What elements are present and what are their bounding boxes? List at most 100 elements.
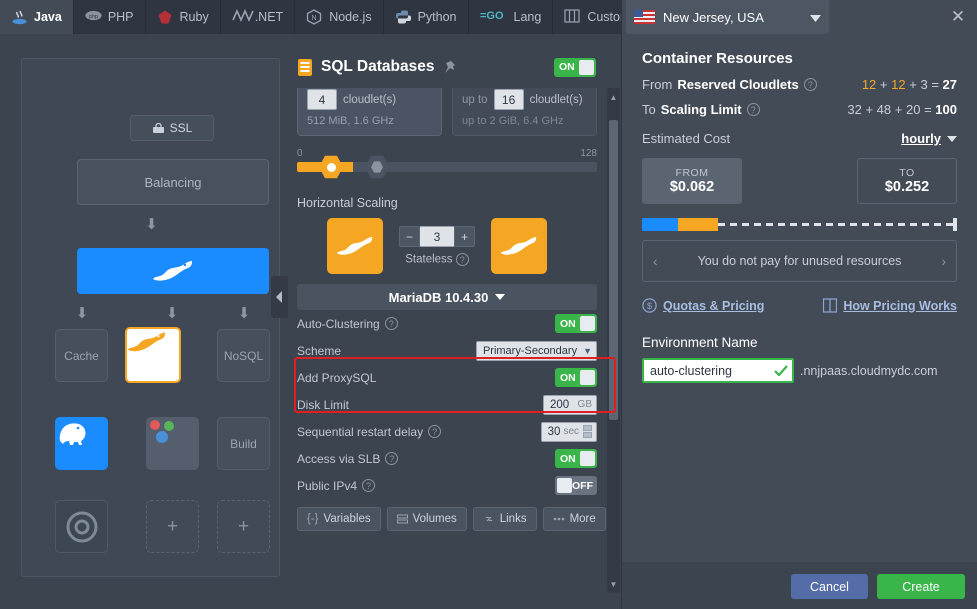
toggle-knob [580,451,595,466]
scheme-value: Primary-Secondary [482,344,578,357]
help-icon[interactable]: ? [428,425,442,438]
tab-go-lang[interactable]: =GO Lang [469,0,554,34]
chevron-down-icon[interactable] [810,10,821,25]
topology-node-group[interactable] [146,417,199,470]
cost-to-card: TO $0.252 [857,158,957,204]
pin-icon[interactable] [442,60,456,74]
balancing-node[interactable]: Balancing [77,159,269,205]
cost-from-label: FROM [675,167,709,179]
topology-add-node-1[interactable]: + [146,500,199,553]
option-sequential-restart-delay[interactable]: Sequential restart delay? 30 sec [297,418,597,445]
disk-limit-input[interactable]: 200 GB [543,394,597,415]
help-icon[interactable]: ? [746,103,760,116]
help-icon[interactable]: ? [455,253,469,266]
help-icon[interactable]: ? [384,317,398,330]
tab-ruby[interactable]: Ruby [146,0,221,34]
scroll-down-icon[interactable]: ▼ [607,577,620,591]
reserved-bold: Reserved Cloudlets [677,77,799,92]
reserved-cloudlets-card[interactable]: Reserved ? 4 cloudlet(s) 512 MiB, 1.6 GH… [297,88,442,136]
tab-nodejs[interactable]: N Node.js [295,0,384,34]
region-selector[interactable]: New Jersey, USA [626,0,829,34]
settings-scrollbar[interactable]: ▲ ▼ [607,88,620,593]
go-lang-icon: =GO [480,9,508,26]
option-disk-limit[interactable]: Disk Limit 200 GB [297,391,597,418]
tab-python[interactable]: Python [384,0,469,34]
php-icon: php [85,9,102,26]
option-access-via-slb[interactable]: Access via SLB? ON [297,445,597,472]
option-public-ipv4[interactable]: Public IPv4? OFF [297,472,597,499]
tab-java[interactable]: Java [0,0,74,34]
decrement-button[interactable]: − [399,226,420,247]
environment-name-value: auto-clustering [650,363,732,378]
topology-node-nosql[interactable]: NoSQL [217,329,270,382]
spinner-arrows-icon[interactable] [583,425,592,438]
java-icon [11,9,28,26]
ruby-icon [157,9,174,26]
nodejs-icon: N [306,8,323,26]
engine-selector[interactable]: MariaDB 10.4.30 [297,284,597,310]
horizontal-scaling-row: − 3 + Stateless ? [297,218,597,274]
prev-arrow-icon[interactable]: ‹ [653,253,658,269]
mariadb-primary-node[interactable] [77,248,269,294]
how-pricing-works-link[interactable]: How Pricing Works [823,298,957,313]
button-label: Links [499,513,527,525]
close-icon[interactable]: ✕ [949,8,967,26]
topology-panel: SSL Balancing ⬇ ⬇ ⬇ ⬇ Cache NoSQL Build … [0,34,288,609]
topology-node-mariadb-selected[interactable] [125,327,181,383]
mariadb-seal-icon [127,332,166,352]
auto-clustering-toggle[interactable]: ON [555,314,597,333]
bar-segment-dashed [718,223,957,226]
links-button[interactable]: Links [472,507,537,531]
help-icon[interactable]: ? [803,78,817,91]
scaling-limit-card[interactable]: Scaling Limit ? up to 16 cloudlet(s) up … [452,88,597,136]
settings-scroll-area[interactable]: Reserved ? 4 cloudlet(s) 512 MiB, 1.6 GH… [288,88,622,593]
variables-button[interactable]: {-} Variables [297,507,381,531]
bar-segment-blue [642,218,678,231]
collapse-panel-button[interactable] [271,276,288,318]
public-ipv4-toggle[interactable]: OFF [555,476,597,495]
topology-node-cache[interactable]: Cache [55,329,108,382]
svg-text:php: php [89,13,98,19]
scheme-select[interactable]: Primary-Secondary ▼ [475,340,597,361]
topology-node-postgres[interactable] [55,417,108,470]
chevron-down-icon [495,294,506,300]
next-arrow-icon[interactable]: › [941,253,946,269]
increment-button[interactable]: + [454,226,475,247]
help-icon[interactable]: ? [385,452,399,465]
environment-name-input[interactable]: auto-clustering [642,358,794,383]
topology-add-node-2[interactable]: + [217,500,270,553]
custom-icon [564,8,581,26]
cancel-button[interactable]: Cancel [791,574,868,599]
create-button[interactable]: Create [877,574,965,599]
scroll-up-icon[interactable]: ▲ [607,90,620,104]
hs-node-right[interactable] [491,218,547,274]
toggle-label: ON [560,371,576,384]
node-count-stepper[interactable]: − 3 + [399,226,475,247]
option-auto-clustering[interactable]: Auto-Clustering? ON [297,310,597,337]
option-add-proxysql[interactable]: Add ProxySQL ON [297,364,597,391]
option-scheme[interactable]: Scheme Primary-Secondary ▼ [297,337,597,364]
period-select[interactable]: hourly [901,131,957,146]
cloudlet-slider[interactable]: 0 128 [297,148,597,182]
add-proxysql-toggle[interactable]: ON [555,368,597,387]
scaling-unit: cloudlet(s) [529,93,583,106]
scrollbar-thumb[interactable] [609,120,618,420]
svg-text:N: N [312,15,317,22]
topology-node-build[interactable]: Build [217,417,270,470]
node-enable-toggle[interactable]: ON [554,57,596,77]
topology-node-extra[interactable] [55,500,108,553]
tab-dotnet[interactable]: .NET [221,0,296,34]
hs-node-left[interactable] [327,218,383,274]
tab-php[interactable]: php PHP [74,0,146,34]
reserved-input[interactable]: 4 [307,89,337,110]
volumes-button[interactable]: Volumes [386,507,467,531]
language-tab-bar[interactable]: Java php PHP Ruby .NET N Node.js Python … [0,0,655,34]
scaling-input[interactable]: 16 [493,89,524,110]
restart-delay-input[interactable]: 30 sec [540,421,597,442]
more-button[interactable]: More [542,507,606,531]
help-icon[interactable]: ? [362,479,376,492]
slb-toggle[interactable]: ON [555,449,597,468]
ssl-button[interactable]: SSL [130,115,214,141]
quotas-pricing-link[interactable]: $ Quotas & Pricing [642,298,764,313]
node-count-value[interactable]: 3 [420,226,454,247]
